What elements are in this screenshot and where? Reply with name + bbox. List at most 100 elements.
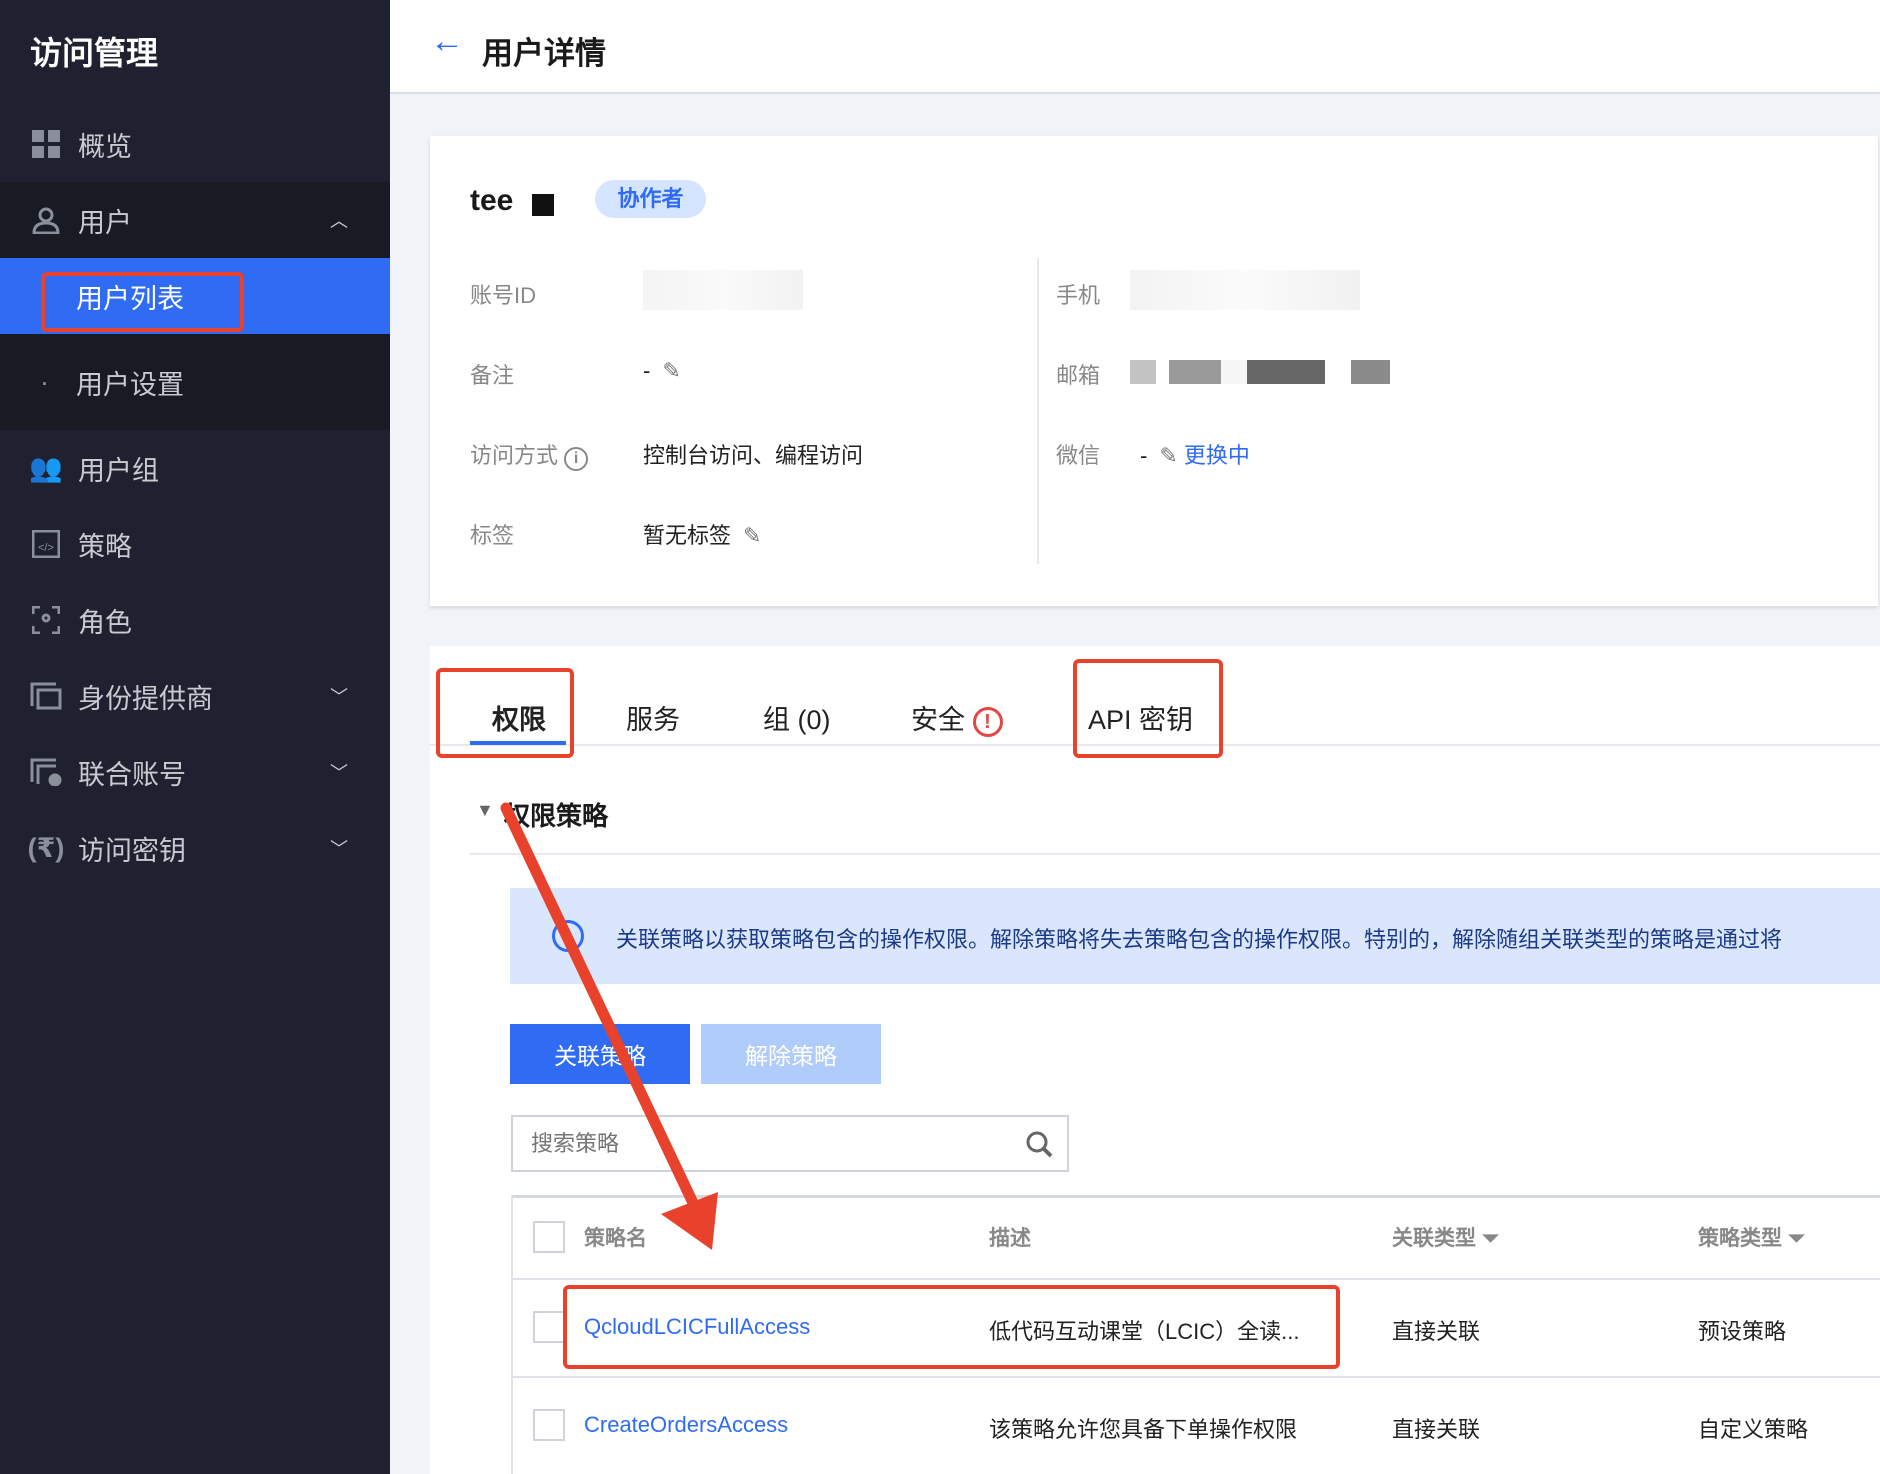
policy-type: 预设策略 <box>1698 1319 1787 1344</box>
wechat-text: - <box>1140 443 1148 468</box>
caret-down-icon[interactable]: ▼ <box>476 800 494 821</box>
redacted-account-id <box>643 270 803 310</box>
detach-policy-button[interactable]: 解除策略 <box>701 1024 881 1084</box>
sidebar-item-access-keys[interactable]: (₹) 访问密钥 ﹀ <box>0 810 390 886</box>
tags-text: 暂无标签 <box>643 523 732 548</box>
redacted-email <box>1130 360 1390 384</box>
search-input[interactable] <box>531 1129 991 1159</box>
sidebar-item-label: 角色 <box>78 607 132 638</box>
sidebar-item-label: 用户 <box>78 207 132 238</box>
sidebar-item-user-groups[interactable]: 👥 用户组 <box>0 430 390 506</box>
policy-desc: 该策略允许您具备下单操作权限 <box>989 1417 1298 1442</box>
sidebar: 访问管理 概览 用户 ︿ 用户列表 · 用户设置 👥 用户组 </> 策略 角色 身份提… <box>0 0 390 1474</box>
user-icon <box>30 204 62 236</box>
row-checkbox[interactable] <box>533 1409 565 1441</box>
edit-pencil-icon[interactable]: ✎ <box>743 523 761 549</box>
column-header-label: 关联类型 <box>1392 1227 1476 1250</box>
filter-icon[interactable]: ⏷ <box>1788 1227 1805 1250</box>
sidebar-item-label: 联合账号 <box>78 759 186 790</box>
policy-icon: </> <box>30 528 62 560</box>
chevron-down-icon: ﹀ <box>330 687 348 707</box>
highlight-box <box>436 668 574 758</box>
policy-name-link[interactable]: CreateOrdersAccess <box>584 1412 788 1438</box>
info-text: 关联策略以获取策略包含的操作权限。解除策略将失去策略包含的操作权限。特别的，解除… <box>616 927 1783 952</box>
back-arrow-icon[interactable]: ← <box>430 22 464 61</box>
access-method-value: 控制台访问、编程访问 <box>643 443 864 468</box>
column-header-name: 策略名 <box>584 1227 647 1250</box>
search-icon[interactable] <box>1025 1130 1053 1158</box>
chevron-down-icon: ﹀ <box>330 839 348 859</box>
column-header-label: 策略类型 <box>1698 1227 1782 1250</box>
policy-assoc: 直接关联 <box>1392 1417 1481 1442</box>
row-checkbox[interactable] <box>533 1311 565 1343</box>
users-icon: 👥 <box>29 453 63 483</box>
tab-groups[interactable]: 组 (0) <box>763 698 831 737</box>
idp-icon <box>30 680 62 712</box>
info-circle-icon <box>552 920 584 952</box>
sidebar-item-label: 用户设置 <box>76 369 184 400</box>
bullet-icon: · <box>40 366 49 397</box>
sidebar-item-label: 身份提供商 <box>78 683 213 714</box>
field-label: 标签 <box>470 523 515 548</box>
field-label: 邮箱 <box>1056 363 1101 388</box>
sidebar-item-label: 用户组 <box>78 455 159 486</box>
chevron-down-icon: ﹀ <box>330 763 348 783</box>
changing-link[interactable]: 更换中 <box>1184 443 1250 468</box>
attach-policy-button[interactable]: 关联策略 <box>510 1024 690 1084</box>
row-divider <box>513 1278 1880 1280</box>
search-box[interactable] <box>511 1115 1069 1172</box>
sidebar-item-federated-accounts[interactable]: 联合账号 ﹀ <box>0 734 390 810</box>
access-method-label: 访问方式 <box>470 443 559 468</box>
sidebar-item-users[interactable]: 用户 ︿ <box>0 182 390 258</box>
sidebar-item-label: 访问密钥 <box>78 835 186 866</box>
field-label: 备注 <box>470 363 515 388</box>
federation-icon <box>30 756 62 788</box>
sidebar-item-label: 策略 <box>78 531 132 562</box>
svg-text:</>: </> <box>38 542 54 554</box>
user-name: tee <box>470 184 514 217</box>
tab-services[interactable]: 服务 <box>626 698 680 737</box>
sidebar-item-user-settings[interactable]: · 用户设置 <box>0 334 390 430</box>
role-icon <box>30 604 62 636</box>
filter-icon[interactable]: ⏷ <box>1482 1227 1499 1250</box>
remark-text: - <box>643 358 651 383</box>
sidebar-title: 访问管理 <box>30 35 159 71</box>
highlight-box <box>1073 659 1223 758</box>
select-all-checkbox[interactable] <box>533 1221 565 1253</box>
wechat-value: - ✎ 更换中 <box>1140 438 1250 470</box>
edit-pencil-icon[interactable]: ✎ <box>1159 443 1177 469</box>
info-banner: 关联策略以获取策略包含的操作权限。解除策略将失去策略包含的操作权限。特别的，解除… <box>510 888 1880 984</box>
column-header-assoc[interactable]: 关联类型 ⏷ <box>1392 1222 1499 1252</box>
policy-assoc: 直接关联 <box>1392 1319 1481 1344</box>
info-icon[interactable]: i <box>564 447 589 471</box>
remark-value: - ✎ <box>643 358 681 384</box>
edit-pencil-icon[interactable]: ✎ <box>662 358 680 384</box>
sidebar-item-policies[interactable]: </> 策略 <box>0 506 390 582</box>
chevron-up-icon: ︿ <box>330 211 348 231</box>
sidebar-item-label: 概览 <box>78 131 132 162</box>
grid-icon <box>30 128 62 160</box>
highlight-box <box>41 272 244 332</box>
sidebar-item-identity-providers[interactable]: 身份提供商 ﹀ <box>0 658 390 734</box>
field-label: 访问方式 i <box>470 438 589 471</box>
page-header: ← 用户详情 <box>390 0 1880 94</box>
column-header-desc: 描述 <box>989 1227 1031 1250</box>
page-title: 用户详情 <box>482 36 606 71</box>
policy-type: 自定义策略 <box>1698 1417 1809 1442</box>
role-badge: 协作者 <box>595 180 706 218</box>
tab-security-label: 安全 <box>911 705 965 735</box>
section-title: 权限策略 <box>504 801 609 831</box>
redacted-block <box>532 194 554 216</box>
section-divider <box>470 853 1880 855</box>
tab-security[interactable]: 安全 ! <box>911 698 1003 737</box>
key-icon: (₹) <box>27 832 65 863</box>
field-label: 微信 <box>1056 443 1101 468</box>
column-header-type[interactable]: 策略类型 ⏷ <box>1698 1222 1805 1252</box>
field-label: 账号ID <box>470 283 537 308</box>
sidebar-item-overview[interactable]: 概览 <box>0 106 390 182</box>
sidebar-item-roles[interactable]: 角色 <box>0 582 390 658</box>
row-divider <box>513 1376 1880 1378</box>
divider <box>1037 258 1039 564</box>
warning-icon: ! <box>972 706 1003 737</box>
tags-value: 暂无标签 ✎ <box>643 518 761 550</box>
